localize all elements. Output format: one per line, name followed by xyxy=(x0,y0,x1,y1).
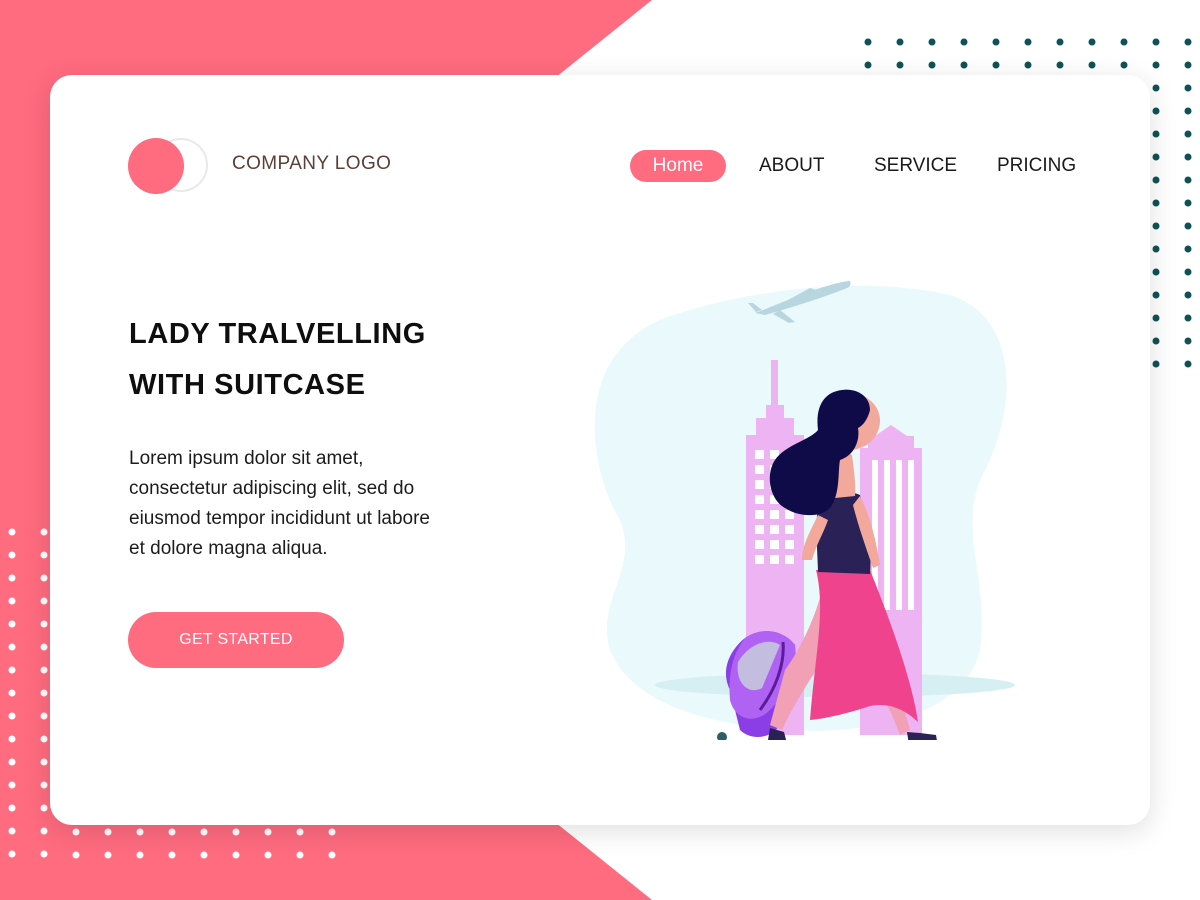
nav-home[interactable]: Home xyxy=(630,150,726,182)
woman-with-suitcase-illustration xyxy=(594,280,1015,740)
hero-title-line-2: WITH SUITCASE xyxy=(129,369,366,401)
nav-about[interactable]: ABOUT xyxy=(759,150,824,182)
hero-title-line-1: LADY TRALVELLING xyxy=(129,318,426,350)
hero-title: LADY TRALVELLING WITH SUITCASE xyxy=(129,309,426,411)
nav-pricing[interactable]: PRICING xyxy=(997,150,1076,182)
nav-service[interactable]: SERVICE xyxy=(874,150,957,182)
hero-description: Lorem ipsum dolor sit amet, consectetur … xyxy=(129,448,431,559)
company-logo-text: COMPANY LOGO xyxy=(232,153,392,174)
company-logo-icon xyxy=(128,137,218,197)
get-started-button[interactable]: GET STARTED xyxy=(128,612,344,668)
landing-card: COMPANY LOGO Home ABOUT SERVICE PRICING … xyxy=(50,75,1150,825)
